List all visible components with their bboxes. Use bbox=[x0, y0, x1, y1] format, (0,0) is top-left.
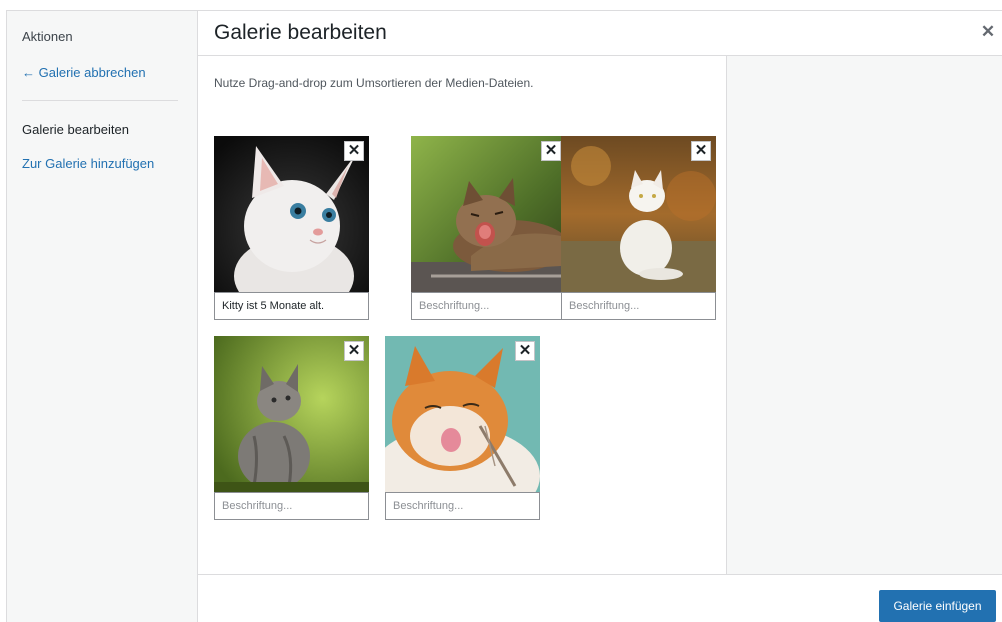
caption-input[interactable]: Beschriftung... bbox=[214, 492, 369, 520]
remove-attachment-button[interactable]: ✕ bbox=[344, 141, 364, 161]
caption-input[interactable]: Beschriftung... bbox=[411, 292, 566, 320]
media-menu: Aktionen ← Galerie abbrechen Galerie bea… bbox=[7, 11, 198, 622]
close-icon[interactable]: ✕ bbox=[979, 23, 997, 41]
remove-attachment-button[interactable]: ✕ bbox=[344, 341, 364, 361]
menu-heading: Aktionen bbox=[22, 29, 73, 44]
remove-attachment-button[interactable]: ✕ bbox=[515, 341, 535, 361]
menu-separator bbox=[22, 100, 178, 101]
menu-item-edit-gallery[interactable]: Galerie bearbeiten bbox=[22, 122, 129, 137]
caption-input[interactable]: Beschriftung... bbox=[385, 492, 540, 520]
modal-title: Galerie bearbeiten bbox=[214, 21, 387, 44]
attachment-details-sidebar bbox=[726, 56, 1002, 574]
caption-input[interactable]: Beschriftung... bbox=[561, 292, 716, 320]
media-modal: Aktionen ← Galerie abbrechen Galerie bea… bbox=[6, 10, 1002, 622]
insert-gallery-button[interactable]: Galerie einfügen bbox=[879, 590, 996, 622]
menu-item-add-to-gallery[interactable]: Zur Galerie hinzufügen bbox=[22, 156, 154, 171]
media-toolbar: Galerie einfügen bbox=[198, 574, 1002, 622]
attachments-browser: Nutze Drag-and-drop zum Umsortieren der … bbox=[198, 56, 726, 574]
caption-input[interactable]: Kitty ist 5 Monate alt. bbox=[214, 292, 369, 320]
cancel-gallery-link[interactable]: ← Galerie abbrechen bbox=[22, 65, 146, 80]
sort-instructions: Nutze Drag-and-drop zum Umsortieren der … bbox=[214, 76, 534, 90]
remove-attachment-button[interactable]: ✕ bbox=[691, 141, 711, 161]
remove-attachment-button[interactable]: ✕ bbox=[541, 141, 561, 161]
